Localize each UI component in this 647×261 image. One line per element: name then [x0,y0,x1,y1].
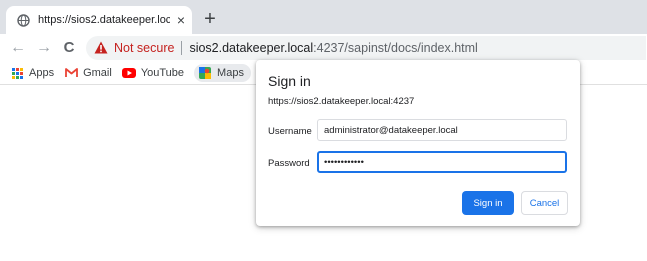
sign-in-dialog: Sign in https://sios2.datakeeper.local:4… [256,60,580,226]
apps-grid-icon [10,67,24,79]
bookmark-gmail[interactable]: Gmail [64,64,112,82]
bookmark-label: YouTube [140,67,185,79]
password-field[interactable] [317,151,567,173]
dialog-origin: https://sios2.datakeeper.local:4237 [268,96,415,107]
warning-icon[interactable] [94,41,108,55]
bookmark-maps[interactable]: Maps [194,64,251,82]
reload-button[interactable]: C [59,38,79,58]
globe-icon [16,13,30,27]
tab-strip: https://sios2.datakeeper.local:4237 × + [0,0,647,34]
tab-active[interactable]: https://sios2.datakeeper.local:4237 × [6,6,192,34]
url-text[interactable]: sios2.datakeeper.local:4237/sapinst/docs… [189,41,477,55]
bookmark-label: Gmail [83,67,112,79]
password-label: Password [268,158,310,169]
close-icon[interactable]: × [174,13,188,27]
bookmark-label: Maps [217,67,244,79]
cancel-button[interactable]: Cancel [521,191,568,215]
security-status[interactable]: Not secure [114,41,174,55]
maps-icon [198,67,212,79]
url-path: :4237/sapinst/docs/index.html [313,41,478,55]
username-field[interactable] [317,119,567,141]
tab-title: https://sios2.datakeeper.local:4237 [38,14,170,26]
forward-button[interactable]: → [34,38,54,58]
youtube-icon [121,67,136,79]
url-host: sios2.datakeeper.local [189,41,314,55]
gmail-icon [64,67,78,79]
bookmark-label: Apps [29,67,55,79]
sign-in-button[interactable]: Sign in [462,191,514,215]
back-button[interactable]: ← [8,38,28,58]
toolbar: ← → C Not secure sios2.datakeeper.local:… [0,34,647,62]
omnibox-divider [181,41,183,55]
dialog-title: Sign in [268,73,311,89]
address-bar[interactable]: Not secure sios2.datakeeper.local:4237/s… [86,36,646,60]
username-label: Username [268,126,312,137]
new-tab-button[interactable]: + [200,9,220,29]
bookmark-youtube[interactable]: YouTube [121,64,185,82]
bookmark-apps[interactable]: Apps [10,64,54,82]
